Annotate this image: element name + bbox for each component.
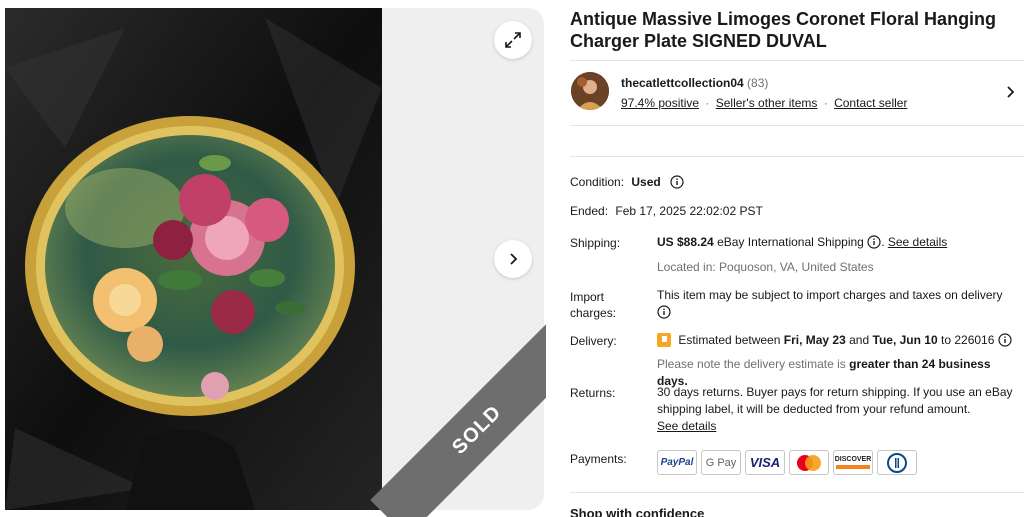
delivery-label: Delivery:	[570, 334, 617, 348]
returns-value: 30 days returns. Buyer pays for return s…	[657, 384, 1013, 435]
expand-icon	[505, 32, 521, 48]
delivery-to-word: to	[940, 333, 951, 347]
listing-title: Antique Massive Limoges Coronet Floral H…	[570, 9, 997, 51]
image-gallery: SOLD	[0, 0, 546, 517]
shipping-method: eBay International Shipping	[717, 235, 864, 249]
import-label-line1: Import	[570, 290, 605, 304]
delivery-from: Fri, May 23	[783, 333, 846, 347]
shop-with-confidence-heading: Shop with confidence	[570, 506, 705, 517]
diners-club-icon	[877, 450, 917, 475]
info-icon[interactable]	[867, 235, 881, 254]
discover-label: DISCOVER	[834, 456, 872, 463]
import-value: This item may be subject to import charg…	[657, 287, 1003, 324]
contact-seller-link[interactable]: Contact seller	[834, 96, 907, 110]
info-icon[interactable]	[657, 305, 671, 324]
seller-chevron-icon[interactable]	[1004, 85, 1016, 104]
shipping-see-details-link[interactable]: See details	[888, 235, 947, 249]
delivery-and: and	[849, 333, 870, 347]
google-pay-icon: G Pay	[701, 450, 741, 475]
visa-icon: VISA	[745, 450, 785, 475]
import-text: This item may be subject to import charg…	[657, 288, 1003, 302]
import-label-line2: charges:	[570, 306, 617, 320]
returns-line2: shipping label, it will be deducted from…	[657, 402, 971, 416]
seller-avatar[interactable]	[571, 72, 609, 110]
seller-positive-link[interactable]: 97.4% positive	[621, 96, 699, 110]
discover-bar	[836, 465, 870, 469]
delivery-pre: Estimated between	[678, 333, 781, 347]
returns-see-details-link[interactable]: See details	[657, 419, 716, 433]
ended-value: Feb 17, 2025 22:02:02 PST	[615, 204, 763, 218]
shipping-value: US $88.24 eBay International Shipping . …	[657, 234, 947, 254]
condition-value: Used	[631, 175, 661, 189]
delivery-flag-icon	[657, 333, 671, 347]
main-product-image[interactable]	[5, 8, 382, 510]
info-icon[interactable]	[670, 175, 684, 192]
discover-icon: DISCOVER	[833, 450, 873, 475]
payment-methods: PayPal G Pay VISA DISCOVER	[657, 450, 917, 475]
condition-label: Condition:	[570, 175, 625, 189]
returns-line1: 30 days returns. Buyer pays for return s…	[657, 385, 1013, 399]
import-label: Import charges:	[570, 289, 616, 321]
returns-label: Returns:	[570, 386, 616, 400]
paypal-icon: PayPal	[657, 450, 697, 475]
chevron-right-icon	[510, 253, 518, 265]
next-image-button[interactable]	[494, 240, 532, 278]
expand-image-button[interactable]	[494, 21, 532, 59]
ended-row: Ended: Feb 17, 2025 22:02:02 PST	[570, 204, 763, 218]
delivery-value: Estimated between Fri, May 23 and Tue, J…	[657, 332, 1012, 352]
delivery-note-text: Please note the delivery estimate is	[657, 357, 846, 371]
item-location: Located in: Poquoson, VA, United States	[657, 260, 874, 274]
shipping-label: Shipping:	[570, 236, 621, 250]
seller-other-items-link[interactable]: Seller's other items	[716, 96, 818, 110]
divider	[570, 492, 1024, 493]
delivery-zip[interactable]: 226016	[954, 333, 994, 347]
seller-name[interactable]: thecatlettcollection04 (83)	[621, 76, 768, 90]
seller-feedback-count: (83)	[747, 76, 769, 90]
divider	[570, 156, 1024, 157]
seller-links: 97.4% positive · Seller's other items · …	[621, 96, 907, 110]
separator: ·	[705, 96, 710, 110]
seller-username[interactable]: thecatlettcollection04	[621, 76, 744, 90]
payments-label: Payments:	[570, 452, 627, 466]
separator: ·	[823, 96, 828, 110]
ended-label: Ended:	[570, 204, 609, 218]
info-icon[interactable]	[998, 333, 1012, 352]
shipping-price: US $88.24	[657, 235, 714, 249]
delivery-to: Tue, Jun 10	[872, 333, 938, 347]
mastercard-icon	[789, 450, 829, 475]
seller-card[interactable]: thecatlettcollection04 (83) 97.4% positi…	[570, 60, 1024, 126]
condition-row: Condition: Used	[570, 175, 684, 192]
